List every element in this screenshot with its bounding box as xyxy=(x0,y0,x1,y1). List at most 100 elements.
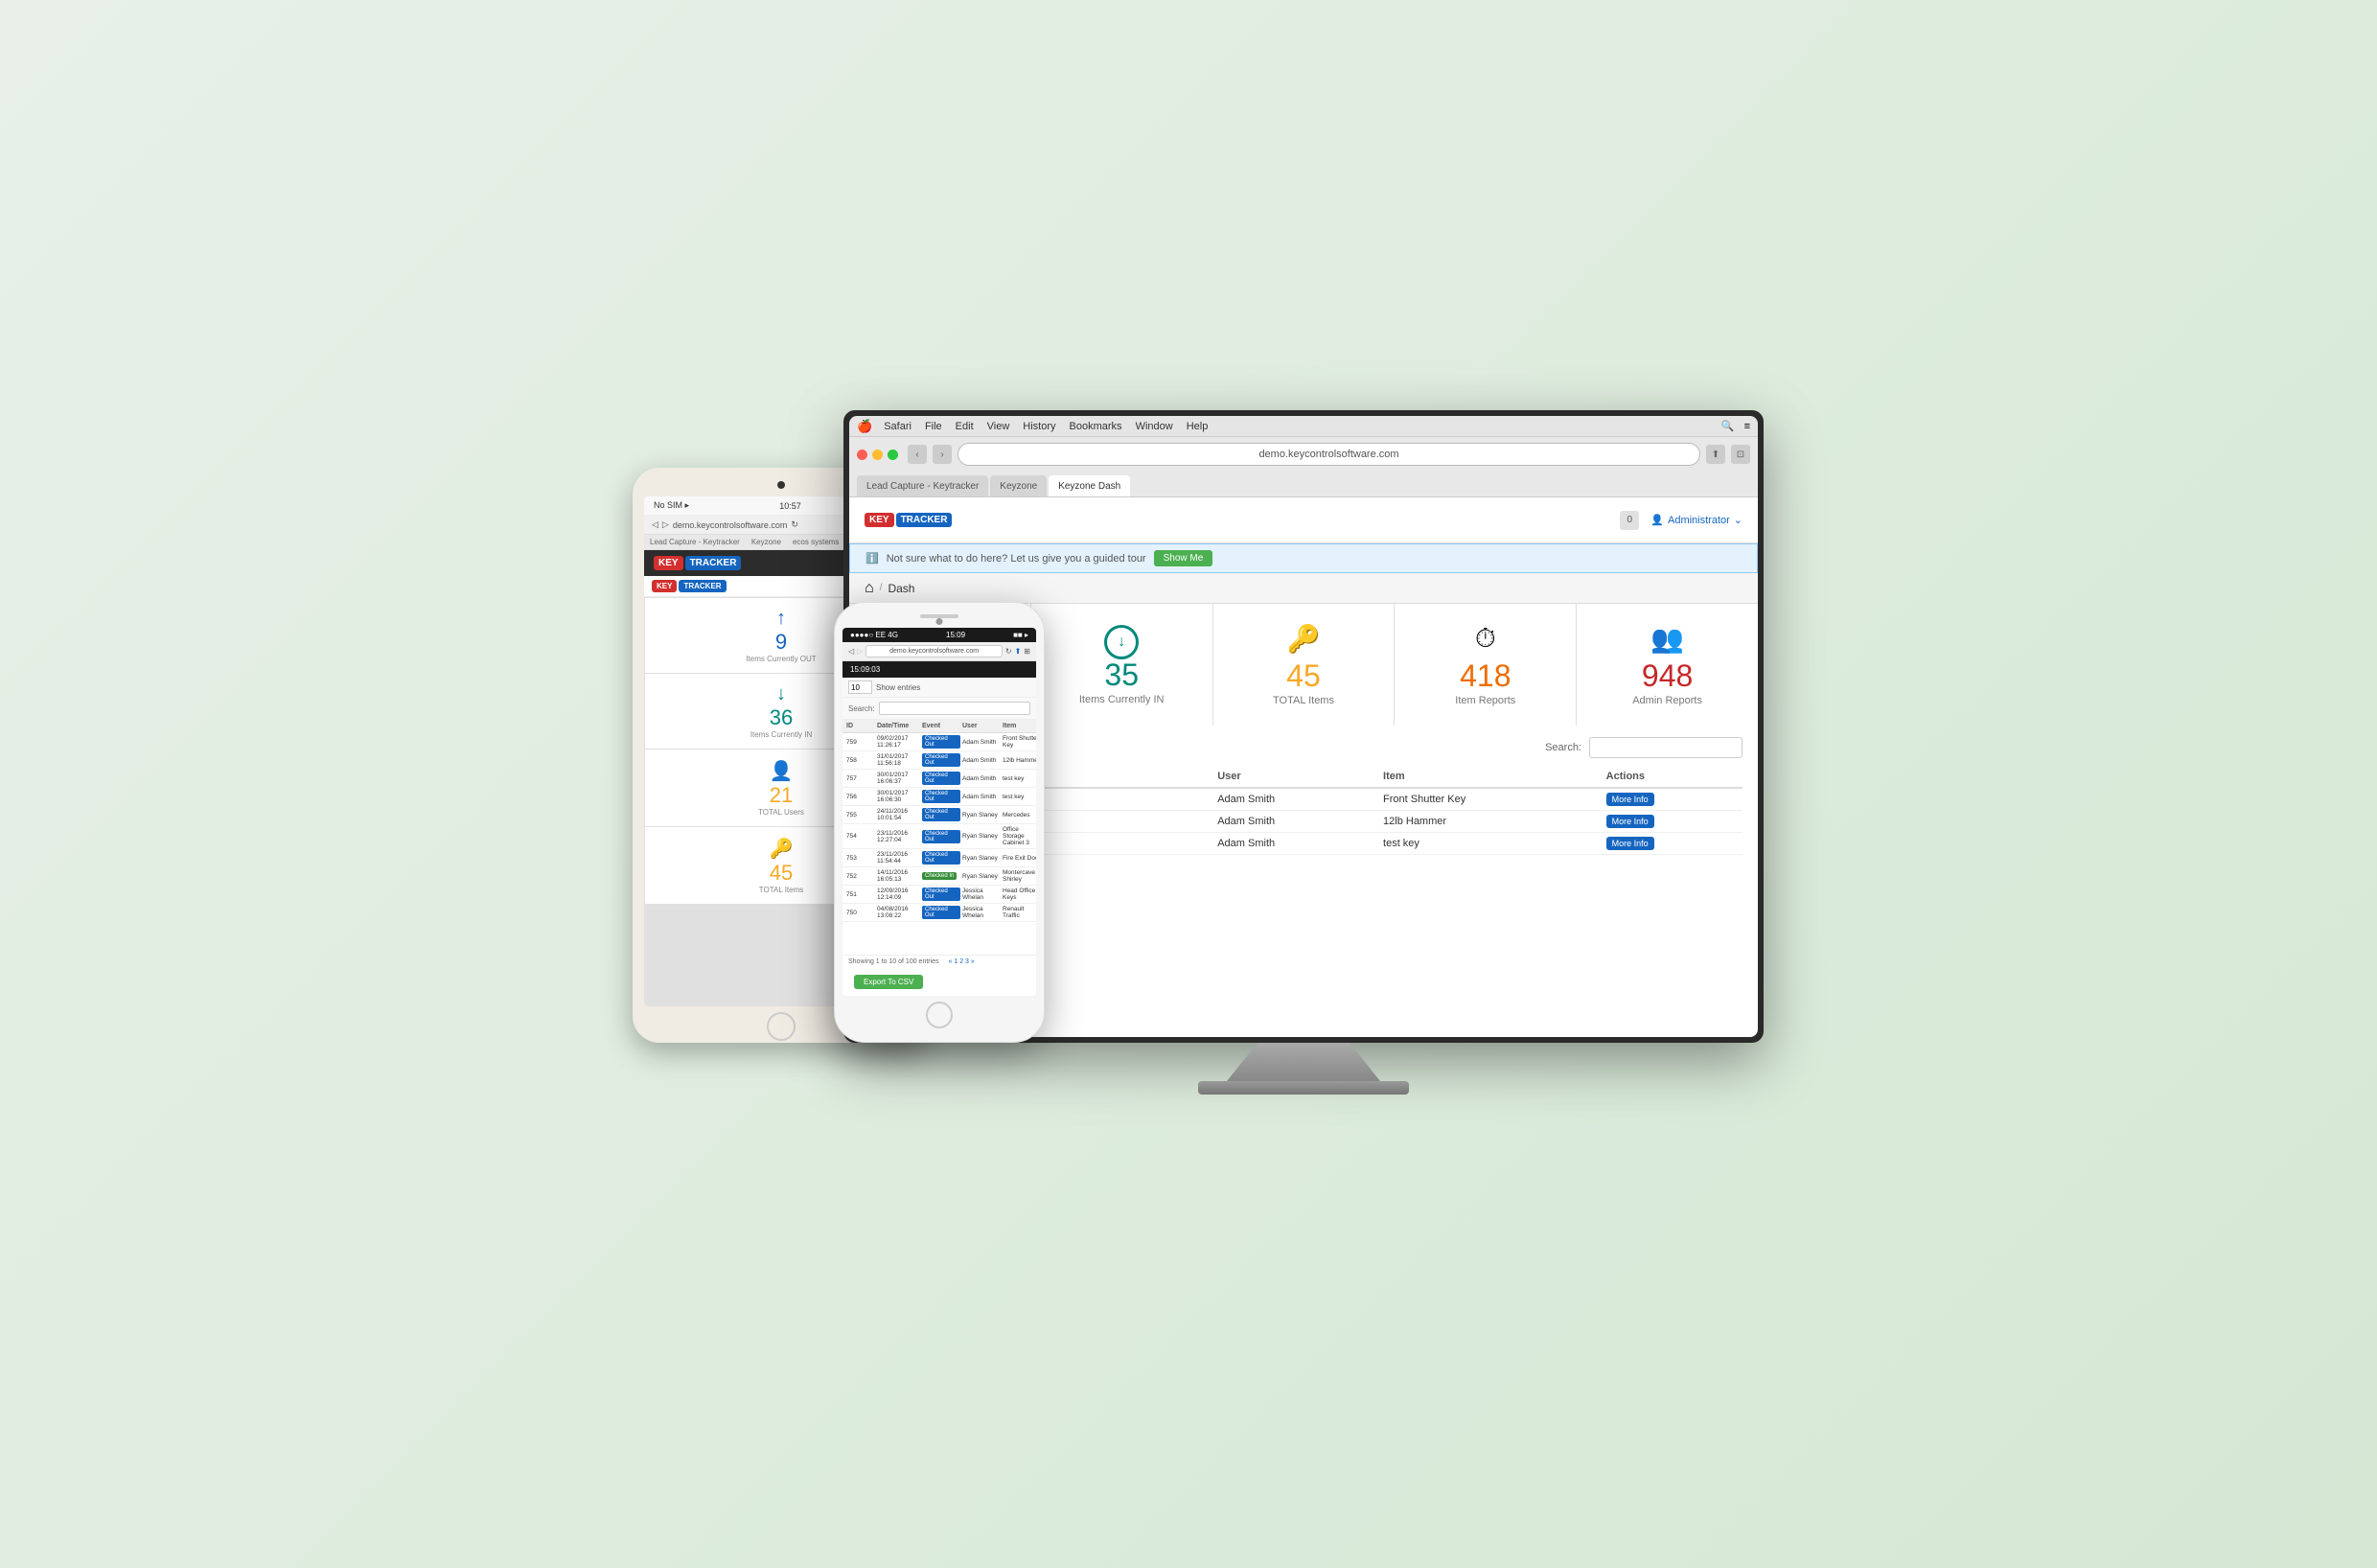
row-actions: More Info xyxy=(1599,833,1742,855)
user-dropdown-icon[interactable]: ⌄ xyxy=(1734,514,1742,526)
url-bar[interactable]: demo.keycontrolsoftware.com xyxy=(958,443,1700,466)
search-label: Search: xyxy=(1545,742,1581,753)
card-total-items: 🔑 45 TOTAL Items xyxy=(1213,604,1395,726)
phone-col-event: Event xyxy=(922,723,960,729)
search-icon[interactable]: 🔍 xyxy=(1721,420,1735,432)
tablet-tab-2[interactable]: Keyzone xyxy=(746,535,787,549)
phone-entries-label: Show entries xyxy=(876,683,920,692)
phone-row-id: 754 xyxy=(846,833,875,840)
phone-event-badge: Checked Out xyxy=(922,790,960,803)
menu-view[interactable]: View xyxy=(987,421,1010,432)
phone-row-user: Jessica Whelan xyxy=(962,906,1001,919)
phone-entries-bar: Show entries xyxy=(842,678,1036,698)
url-text: demo.keycontrolsoftware.com xyxy=(1258,449,1398,460)
phone-row-item: Mercedes xyxy=(1003,812,1036,819)
tablet-tab-3[interactable]: ecos systems xyxy=(787,535,844,549)
notification-badge[interactable]: 0 xyxy=(1620,511,1639,530)
phone-export-button[interactable]: Export To CSV xyxy=(854,975,923,989)
phone-table-row: 750 04/08/2016 13:08:22 Checked Out Jess… xyxy=(842,904,1036,922)
menu-edit[interactable]: Edit xyxy=(956,421,974,432)
phone-share-icon[interactable]: ⬆ xyxy=(1015,647,1022,656)
share-icon[interactable]: ⬆ xyxy=(1706,445,1725,464)
phone-row-item: Front Shutter Key xyxy=(1003,735,1036,749)
phone-table-row: 755 24/11/2016 10:01:54 Checked Out Ryan… xyxy=(842,806,1036,824)
phone-back-icon[interactable]: ◁ xyxy=(848,647,854,656)
phone-event-badge: Checked Out xyxy=(922,735,960,749)
minimize-button[interactable] xyxy=(872,450,883,460)
browser-tab-1[interactable]: Lead Capture - Keytracker xyxy=(857,475,988,496)
menu-help[interactable]: Help xyxy=(1187,421,1209,432)
browser-toolbar: ‹ › demo.keycontrolsoftware.com ⬆ ⊡ xyxy=(849,437,1758,472)
tablet-logo-key-sm: KEY xyxy=(652,580,677,592)
tablet-logo-key: KEY xyxy=(654,556,683,570)
row-item: test key xyxy=(1375,833,1599,855)
phone-row-item: Renault Traffic xyxy=(1003,906,1036,919)
more-info-button-2[interactable]: More Info xyxy=(1606,837,1654,850)
phone-row-item: test key xyxy=(1003,775,1036,782)
forward-button[interactable]: › xyxy=(933,445,952,464)
browser-chrome: ‹ › demo.keycontrolsoftware.com ⬆ ⊡ Lead… xyxy=(849,437,1758,497)
phone-row-event: Checked Out xyxy=(922,888,960,901)
phone-row-event: Checked In xyxy=(922,872,960,880)
phone-home-button[interactable] xyxy=(926,1002,953,1028)
app-nav: ⌂ / Dash xyxy=(849,573,1758,604)
tablet-refresh-icon[interactable]: ↻ xyxy=(791,519,798,530)
phone-row-event: Checked Out xyxy=(922,851,960,865)
tablet-card-3-label: TOTAL Users xyxy=(758,808,804,817)
phone-col-user: User xyxy=(962,723,1001,729)
menu-bookmarks[interactable]: Bookmarks xyxy=(1070,421,1122,432)
user-icon: 👤 xyxy=(1650,514,1664,526)
more-info-button-0[interactable]: More Info xyxy=(1606,793,1654,806)
phone-col-id: ID xyxy=(846,723,875,729)
menu-window[interactable]: Window xyxy=(1136,421,1173,432)
info-icon: ℹ️ xyxy=(865,552,879,565)
tablet-card-1-number: 9 xyxy=(775,630,787,655)
maximize-button[interactable] xyxy=(888,450,898,460)
browser-tab-2[interactable]: Keyzone xyxy=(990,475,1047,496)
browser-tab-active[interactable]: Keyzone Dash xyxy=(1049,475,1130,496)
phone-row-id: 757 xyxy=(846,775,875,782)
tablet-tab-1[interactable]: Lead Capture - Keytracker xyxy=(644,535,746,549)
show-me-button[interactable]: Show Me xyxy=(1154,550,1213,566)
activity-search-input[interactable] xyxy=(1589,737,1742,758)
phone-carrier: ●●●●○ EE 4G xyxy=(850,631,898,639)
phone-url-bar[interactable]: demo.keycontrolsoftware.com xyxy=(865,645,1003,657)
phone-forward-icon[interactable]: ▷ xyxy=(857,647,863,656)
phone-event-badge: Checked In xyxy=(922,872,957,880)
phone-table-row: 751 12/09/2016 12:14:09 Checked Out Jess… xyxy=(842,886,1036,904)
phone-search-input[interactable] xyxy=(879,702,1030,715)
control-center-icon[interactable]: ≡ xyxy=(1744,421,1750,432)
tablet-logo-small: KEY TRACKER xyxy=(652,580,727,592)
phone-row-datetime: 30/01/2017 16:06:30 xyxy=(877,790,920,803)
tablet-forward-icon[interactable]: ▷ xyxy=(662,519,669,530)
menu-history[interactable]: History xyxy=(1023,421,1055,432)
phone-refresh-icon[interactable]: ↻ xyxy=(1005,647,1012,656)
tour-text: Not sure what to do here? Let us give yo… xyxy=(887,553,1146,565)
phone-row-id: 753 xyxy=(846,855,875,862)
menu-file[interactable]: File xyxy=(925,421,942,432)
menu-safari[interactable]: Safari xyxy=(884,421,912,432)
phone-row-event: Checked Out xyxy=(922,753,960,767)
tablet-card-4-icon: 🔑 xyxy=(770,837,794,861)
phone-pagination[interactable]: « 1 2 3 » xyxy=(949,958,975,965)
admin-reports-number: 948 xyxy=(1642,660,1693,691)
tablet-card-3-number: 21 xyxy=(770,783,793,808)
phone-browser-bar: ◁ ▷ demo.keycontrolsoftware.com ↻ ⬆ ⊞ xyxy=(842,642,1036,661)
phone-entries-input[interactable] xyxy=(848,680,872,694)
tablet-back-icon[interactable]: ◁ xyxy=(652,519,658,530)
back-button[interactable]: ‹ xyxy=(908,445,927,464)
phone-row-user: Ryan Slaney xyxy=(962,873,1001,880)
tablet-card-1-icon: ↑ xyxy=(776,608,786,630)
close-button[interactable] xyxy=(857,450,867,460)
tour-banner: ℹ️ Not sure what to do here? Let us give… xyxy=(849,543,1758,573)
tablet-home-button[interactable] xyxy=(767,1012,796,1041)
phone-tabs-icon[interactable]: ⊞ xyxy=(1024,647,1030,656)
phone-table-header: ID Date/Time Event User Item Actions xyxy=(842,720,1036,733)
fullscreen-icon[interactable]: ⊡ xyxy=(1731,445,1750,464)
more-info-button-1[interactable]: More Info xyxy=(1606,815,1654,828)
phone-row-item: Office Storage Cabinet 3 xyxy=(1003,826,1036,846)
phone-event-badge: Checked Out xyxy=(922,753,960,767)
mac-menu-items: Safari File Edit View History Bookmarks … xyxy=(884,421,1208,432)
phone-event-badge: Checked Out xyxy=(922,772,960,785)
col-user: User xyxy=(1210,766,1375,788)
